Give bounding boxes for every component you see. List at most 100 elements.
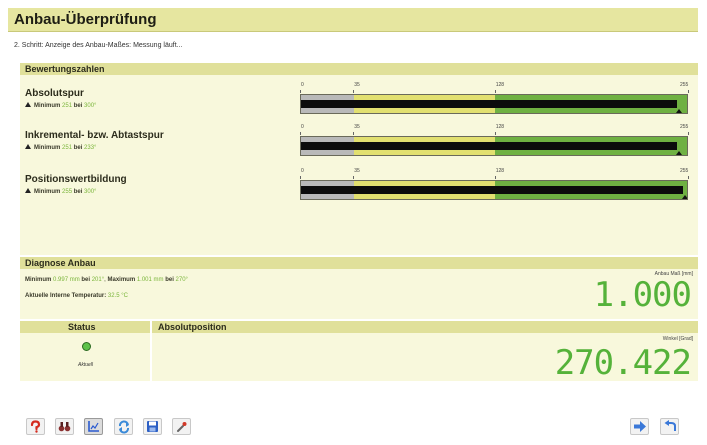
- scale-tick-label: 0: [301, 82, 304, 88]
- rating-bar: [300, 180, 688, 200]
- ratings-header-label: Bewertungszahlen: [25, 64, 105, 74]
- refresh-button[interactable]: [114, 418, 133, 435]
- rating-at-label: bei: [73, 189, 83, 195]
- scale-tick-mark: [494, 176, 496, 179]
- scale-tick-label: 128: [495, 82, 505, 88]
- rating-at-label: bei: [73, 103, 83, 109]
- scale-tick-mark: [300, 176, 301, 179]
- max-angle: 270°: [175, 277, 188, 283]
- bar-minimum-marker: [682, 195, 687, 199]
- scale-tick-label: 0: [301, 168, 304, 174]
- rating-min-value: 255: [62, 189, 73, 195]
- scale-tick-label: 255: [680, 82, 689, 88]
- save-icon: [147, 421, 158, 432]
- scale-tick-mark: [688, 176, 689, 179]
- min-value: 0.997 mm: [53, 277, 80, 283]
- rating-bar: [300, 94, 688, 114]
- window-title: Anbau-Überprüfung: [14, 11, 157, 28]
- scale-tick-label: 35: [354, 124, 360, 130]
- scale-tick-mark: [300, 90, 301, 93]
- scale-tick-label: 35: [354, 82, 360, 88]
- diagnose-header-label: Diagnose Anbau: [25, 258, 96, 268]
- tool-button[interactable]: [172, 418, 191, 435]
- scale-tick-mark: [494, 132, 496, 135]
- status-indicator-text: Aktuell: [78, 362, 94, 368]
- scale-tick-label: 128: [495, 168, 505, 174]
- tool-icon: [177, 422, 187, 432]
- bar-value-fill: [301, 142, 677, 150]
- absolute-position-display: 270.422: [554, 343, 692, 383]
- up-triangle-icon: [25, 188, 31, 193]
- angle-unit-label: Winkel [Grad]: [662, 336, 693, 342]
- scale-tick-label: 255: [680, 124, 689, 130]
- rating-at-value: 300°: [84, 189, 97, 195]
- bottom-toolbar: [8, 412, 698, 440]
- rating-min-label: Minimum: [34, 103, 61, 109]
- rating-name: Positionswertbildung: [25, 174, 127, 185]
- binoculars-icon: [58, 422, 71, 432]
- arrow-right-icon: [633, 421, 646, 432]
- rating-minimum-text: Minimum 251 bei 300°: [25, 102, 96, 109]
- scale-tick-mark: [353, 132, 355, 135]
- scale-tick-label: 255: [680, 168, 689, 174]
- help-button[interactable]: [26, 418, 45, 435]
- scale-tick-mark: [688, 132, 689, 135]
- temperature-label: Aktuelle Interne Temperatur:: [25, 293, 107, 299]
- back-icon: [664, 420, 676, 431]
- scale-tick-label: 35: [354, 168, 360, 174]
- rating-min-value: 251: [62, 103, 73, 109]
- scale-tick-mark: [353, 90, 355, 93]
- scale-tick-mark: [353, 176, 355, 179]
- diagnose-header: Diagnose Anbau: [20, 257, 698, 269]
- bar-value-fill: [301, 186, 683, 194]
- title-bar: Anbau-Überprüfung: [8, 8, 698, 32]
- position-header: Absolutposition: [152, 321, 698, 333]
- next-button[interactable]: [630, 418, 649, 435]
- chart-view-button[interactable]: [84, 418, 103, 435]
- help-icon: [30, 420, 41, 433]
- bar-value-fill: [301, 100, 677, 108]
- back-button[interactable]: [660, 418, 679, 435]
- rating-at-label: bei: [73, 145, 83, 151]
- scale-tick-mark: [300, 132, 301, 135]
- rating-name: Absolutspur: [25, 88, 84, 99]
- status-header: Status: [20, 321, 150, 333]
- rating-minimum-text: Minimum 255 bei 300°: [25, 188, 96, 195]
- scale-tick-label: 128: [495, 124, 505, 130]
- anbau-measure-display: 1.000: [593, 275, 692, 315]
- save-button[interactable]: [143, 418, 162, 435]
- rating-min-label: Minimum: [34, 189, 61, 195]
- scale-tick-mark: [688, 90, 689, 93]
- step-text: 2. Schritt: Anzeige des Anbau-Maßes: Mes…: [14, 42, 183, 49]
- up-triangle-icon: [25, 144, 31, 149]
- status-panel: [20, 333, 150, 381]
- position-header-label: Absolutposition: [158, 322, 227, 332]
- diagnose-temperature-text: Aktuelle Interne Temperatur: 32.5 °C: [25, 293, 128, 299]
- rating-min-value: 251: [62, 145, 73, 151]
- rating-bar: [300, 136, 688, 156]
- scale-tick-label: 0: [301, 124, 304, 130]
- min-angle: 201°: [91, 277, 105, 283]
- rating-name: Inkremental- bzw. Abtastspur: [25, 130, 164, 141]
- anbau-window: Anbau-Überprüfung 2. Schritt: Anzeige de…: [0, 0, 707, 445]
- min-label: Minimum: [25, 277, 52, 283]
- ratings-header: Bewertungszahlen: [20, 63, 698, 75]
- status-led-indicator: [82, 342, 91, 351]
- refresh-icon: [118, 420, 129, 433]
- scale-tick-mark: [494, 90, 496, 93]
- status-header-label: Status: [68, 322, 96, 332]
- max-at-label: bei: [165, 277, 174, 283]
- step-bar: 2. Schritt: Anzeige des Anbau-Maßes: Mes…: [8, 38, 698, 56]
- diagnose-minmax-text: Minimum 0.997 mm bei 201°, Maximum 1.001…: [25, 277, 188, 283]
- bar-minimum-marker: [675, 151, 682, 155]
- rating-min-label: Minimum: [34, 145, 61, 151]
- search-button[interactable]: [55, 418, 74, 435]
- min-max-separator: ,: [104, 277, 106, 283]
- rating-at-value: 233°: [84, 145, 97, 151]
- temperature-value: 32.5 °C: [107, 293, 128, 299]
- min-at-label: bei: [81, 277, 91, 283]
- bar-minimum-marker: [675, 109, 682, 113]
- rating-minimum-text: Minimum 251 bei 233°: [25, 144, 96, 151]
- rating-at-value: 300°: [84, 103, 97, 109]
- max-label: Maximum: [107, 277, 136, 283]
